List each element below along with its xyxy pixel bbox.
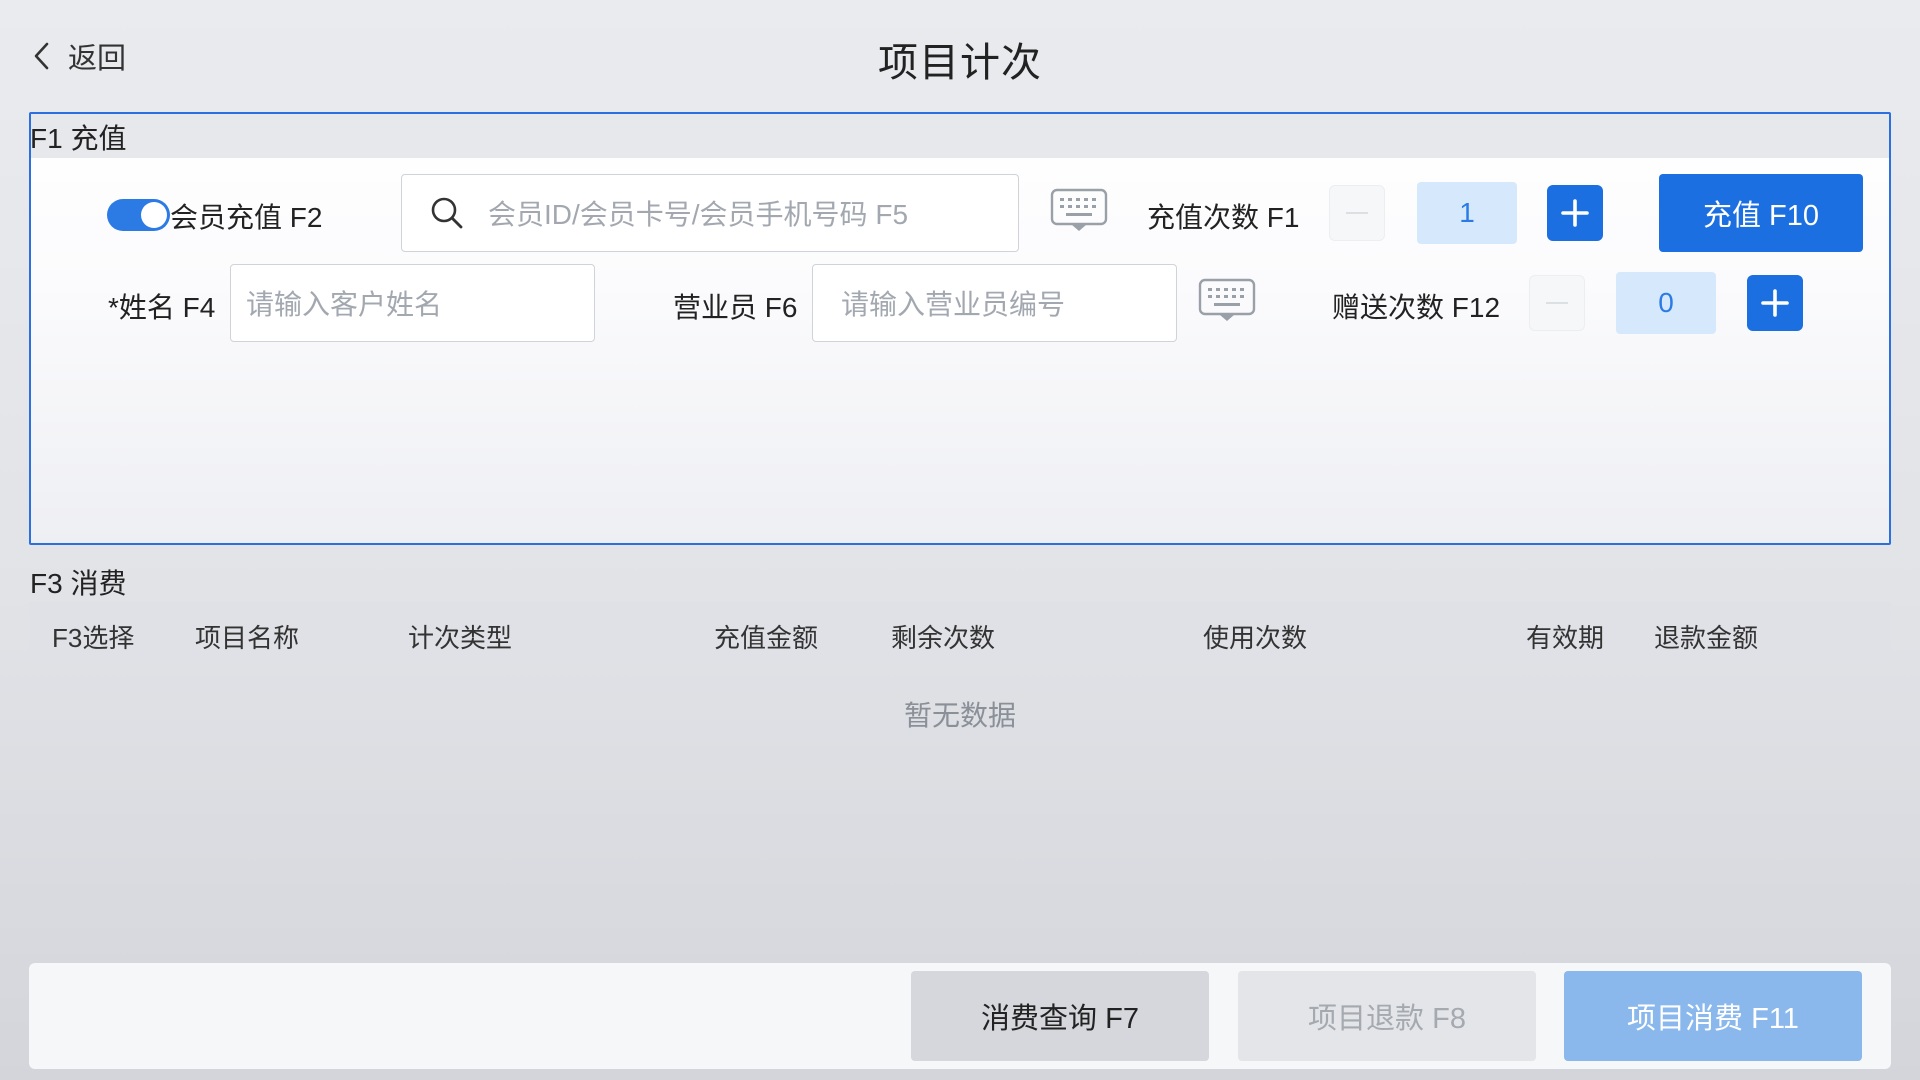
recharge-count-plus-button[interactable]: [1547, 185, 1603, 241]
recharge-button[interactable]: 充值 F10: [1659, 174, 1863, 252]
member-search-placeholder: 会员ID/会员卡号/会员手机号码 F5: [488, 199, 909, 230]
keyboard-icon[interactable]: [1050, 188, 1108, 234]
item-refund-button[interactable]: 项目退款 F8: [1238, 971, 1536, 1061]
consume-table-header: F3选择 项目名称 计次类型 充值金额 剩余次数 使用次数 有效期 退款金额: [29, 602, 1891, 664]
recharge-count-value[interactable]: 1: [1417, 182, 1517, 244]
member-recharge-label: 会员充值 F2: [170, 202, 323, 233]
plus-icon: [1761, 289, 1789, 317]
recharge-section-label: F1 充值: [30, 123, 127, 154]
recharge-header: [31, 114, 1889, 158]
column-header-select[interactable]: F3选择: [52, 618, 134, 655]
staff-number-input[interactable]: 请输入营业员编号: [812, 264, 1177, 342]
customer-name-input[interactable]: 请输入客户姓名: [230, 264, 595, 342]
column-header-recharge-amount: 充值金额: [714, 623, 819, 653]
column-header-refund-amount: 退款金额: [1654, 623, 1759, 653]
search-icon: [431, 197, 463, 229]
recharge-count-label: 充值次数 F1: [1147, 202, 1300, 233]
staff-number-placeholder: 请输入营业员编号: [841, 289, 1066, 320]
gift-count-label: 赠送次数 F12: [1332, 292, 1501, 323]
staff-label: 营业员 F6: [673, 292, 798, 323]
toggle-knob: [141, 202, 167, 228]
recharge-count-minus-button[interactable]: [1329, 185, 1385, 241]
plus-icon: [1561, 199, 1589, 227]
column-header-item-name: 项目名称: [195, 623, 300, 653]
member-recharge-toggle[interactable]: [107, 199, 170, 231]
column-header-validity: 有效期: [1526, 623, 1605, 653]
name-label: *姓名 F4: [108, 292, 216, 323]
column-header-remaining-count: 剩余次数: [891, 623, 996, 653]
minus-icon: [1546, 302, 1568, 304]
page-title: 项目计次: [878, 41, 1042, 85]
consume-query-button[interactable]: 消费查询 F7: [911, 971, 1209, 1061]
gift-count-minus-button[interactable]: [1529, 275, 1585, 331]
member-search-input[interactable]: 会员ID/会员卡号/会员手机号码 F5: [401, 174, 1019, 252]
consume-section-label: F3 消费: [30, 568, 127, 599]
column-header-count-type: 计次类型: [408, 623, 513, 653]
gift-count-plus-button[interactable]: [1747, 275, 1803, 331]
item-consume-button[interactable]: 项目消费 F11: [1564, 971, 1862, 1061]
column-header-use-count: 使用次数: [1203, 623, 1308, 653]
keyboard-icon[interactable]: [1198, 278, 1256, 324]
empty-data-text: 暂无数据: [903, 700, 1016, 731]
gift-count-value[interactable]: 0: [1616, 272, 1716, 334]
customer-name-placeholder: 请输入客户姓名: [246, 289, 443, 320]
minus-icon: [1346, 212, 1368, 214]
